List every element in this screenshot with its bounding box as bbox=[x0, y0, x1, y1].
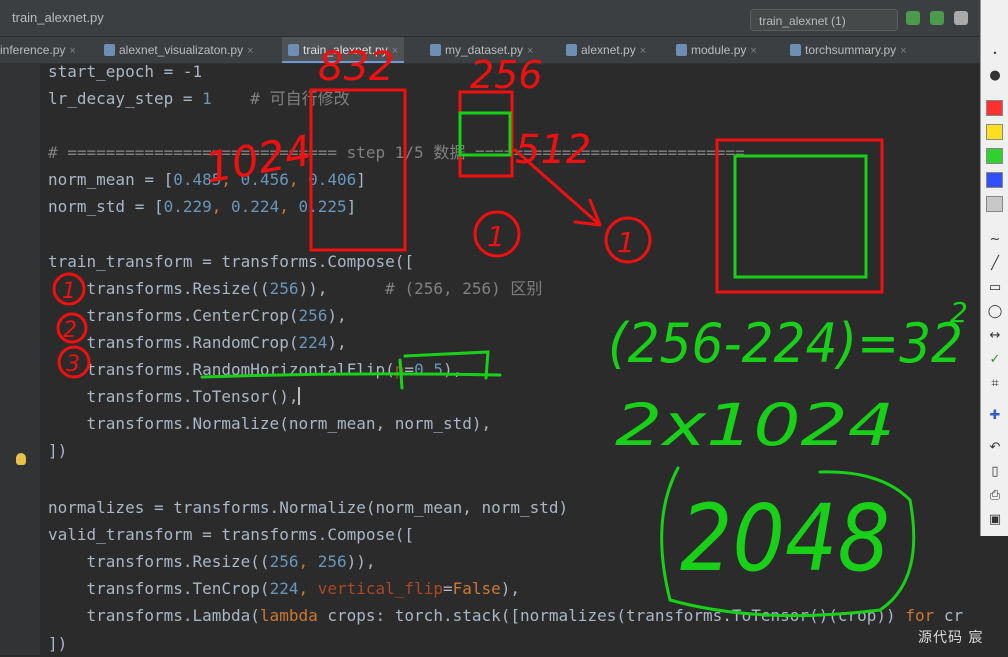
yellow-color-swatch[interactable] bbox=[986, 124, 1003, 140]
green-text-2048: 2048 bbox=[680, 485, 890, 592]
red-text-code-1: 1 bbox=[62, 279, 76, 304]
small-dot-icon[interactable]: • bbox=[986, 44, 1004, 62]
crop-icon[interactable]: ⌗ bbox=[986, 374, 1004, 392]
red-text-832: 832 bbox=[318, 44, 394, 90]
screen-icon[interactable]: ▣ bbox=[986, 510, 1004, 528]
green-rect-small bbox=[458, 111, 512, 157]
annotation-overlay: 832 256 1024 512 1 1 1 2 3 (256-224)=32 … bbox=[52, 44, 968, 618]
plus-icon[interactable]: ✚ bbox=[986, 406, 1004, 424]
red-color-swatch[interactable] bbox=[986, 100, 1003, 116]
red-rect-512x256 bbox=[458, 90, 514, 178]
blue-color-swatch[interactable] bbox=[986, 172, 1003, 188]
rectangle-icon[interactable]: ▭ bbox=[986, 278, 1004, 296]
red-text-512: 512 bbox=[515, 127, 591, 173]
red-rect-outer bbox=[715, 138, 884, 294]
pen-icon[interactable]: ~ bbox=[986, 230, 1004, 248]
ellipse-icon[interactable]: ◯ bbox=[986, 302, 1004, 320]
page-icon[interactable]: ▯ bbox=[986, 462, 1004, 480]
green-text-2x1024: 2x1024 bbox=[615, 391, 895, 459]
red-text-256: 256 bbox=[470, 53, 543, 97]
watermark: 源代码 宸 bbox=[918, 630, 984, 646]
red-text-circle-1: 1 bbox=[487, 220, 505, 253]
arrow-icon[interactable]: ↔ bbox=[986, 326, 1004, 344]
undo-icon[interactable]: ↶ bbox=[986, 438, 1004, 456]
check-icon[interactable]: ✓ bbox=[986, 350, 1004, 368]
gray-color-swatch[interactable] bbox=[986, 196, 1003, 212]
red-text-code-2: 2 bbox=[63, 318, 77, 343]
large-dot-icon[interactable]: ● bbox=[986, 66, 1004, 84]
red-text-1024: 1024 bbox=[202, 126, 316, 193]
print-icon[interactable]: ⎙ bbox=[986, 486, 1004, 504]
green-color-swatch[interactable] bbox=[986, 148, 1003, 164]
green-text-formula: (256-224)=32 bbox=[608, 312, 963, 375]
drawing-toolbar: • ● ~ ╱ ▭ ◯ ↔ ✓ ⌗ ✚ ↶ ▯ ⎙ ▣ bbox=[980, 0, 1008, 536]
red-text-code-3: 3 bbox=[66, 352, 80, 377]
green-underline bbox=[200, 372, 502, 379]
green-rect-inner bbox=[733, 154, 868, 279]
red-rect-1024x832 bbox=[309, 88, 407, 252]
green-bracket bbox=[398, 350, 490, 390]
red-text-circle-2: 1 bbox=[617, 226, 635, 259]
line-icon[interactable]: ╱ bbox=[986, 254, 1004, 272]
green-text-exponent: 2 bbox=[950, 296, 968, 329]
